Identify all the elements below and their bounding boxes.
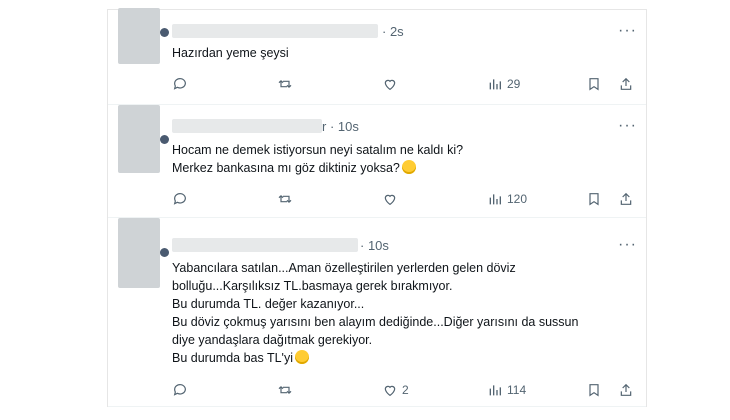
retweet-button[interactable] xyxy=(277,380,293,400)
tweet-thread-card: · 2s ··· Hazırdan yeme şeysi 29 r · 10s … xyxy=(108,8,646,407)
reply-icon xyxy=(173,78,186,90)
heart-icon xyxy=(384,385,396,397)
tweet-actions: 2 114 xyxy=(172,380,634,400)
avatar-blurred[interactable] xyxy=(118,105,160,173)
share-button[interactable] xyxy=(618,189,634,209)
more-dots-icon[interactable]: ··· xyxy=(618,236,637,254)
retweet-button[interactable] xyxy=(277,74,293,94)
bookmark-button[interactable] xyxy=(586,380,602,400)
tweet-actions: 29 xyxy=(172,74,634,94)
like-button[interactable] xyxy=(382,189,402,209)
tweet-time[interactable]: · 2s xyxy=(382,24,404,39)
like-button[interactable] xyxy=(382,74,402,94)
reply-button[interactable] xyxy=(172,74,188,94)
share-button[interactable] xyxy=(618,74,634,94)
tweet-3[interactable]: · 10s ··· Yabancılara satılan...Aman öze… xyxy=(108,218,646,407)
bookmark-icon xyxy=(589,78,599,91)
tweet-text-body: Hocam ne demek istiyorsun neyi satalım n… xyxy=(172,143,464,175)
like-count: 2 xyxy=(402,383,409,397)
reply-button[interactable] xyxy=(172,380,188,400)
tweet-time[interactable]: r · 10s xyxy=(322,119,359,134)
views-bar-icon xyxy=(489,385,501,396)
tweet-text-body: Yabancılara satılan...Aman özelleştirile… xyxy=(172,261,579,365)
retweet-icon xyxy=(278,386,292,394)
tweet-actions: 120 xyxy=(172,189,634,209)
more-dots-icon[interactable]: ··· xyxy=(618,117,637,135)
avatar-dot xyxy=(160,135,169,144)
tweet-time[interactable]: · 10s xyxy=(360,238,389,253)
view-count: 120 xyxy=(507,192,528,206)
tweet-text: Yabancılara satılan...Aman özelleştirile… xyxy=(172,259,578,367)
more-dots-icon[interactable]: ··· xyxy=(618,22,637,40)
views-bar-icon xyxy=(489,79,501,90)
heart-icon xyxy=(384,194,396,206)
retweet-icon xyxy=(278,80,292,88)
tweet-text: Hazırdan yeme şeysi xyxy=(172,46,289,60)
bookmark-button[interactable] xyxy=(586,74,602,94)
share-icon xyxy=(620,383,632,396)
share-icon xyxy=(620,77,632,90)
avatar-dot xyxy=(160,28,169,37)
rofl-emoji xyxy=(401,160,416,174)
share-icon xyxy=(620,192,632,205)
avatar-dot xyxy=(160,248,169,257)
heart-icon xyxy=(384,79,396,91)
avatar-blurred[interactable] xyxy=(118,8,160,64)
username-redacted[interactable] xyxy=(172,119,322,133)
views-button[interactable]: 114 xyxy=(487,380,526,400)
views-button[interactable]: 120 xyxy=(487,189,527,209)
tweet-1[interactable]: · 2s ··· Hazırdan yeme şeysi 29 xyxy=(108,8,646,105)
share-button[interactable] xyxy=(618,380,634,400)
tweet-2[interactable]: r · 10s ··· Hocam ne demek istiyorsun ne… xyxy=(108,105,646,218)
avatar-blurred[interactable] xyxy=(118,218,160,288)
reply-icon xyxy=(173,193,186,205)
views-bar-icon xyxy=(489,194,501,205)
retweet-icon xyxy=(278,195,292,203)
retweet-button[interactable] xyxy=(277,189,293,209)
bookmark-icon xyxy=(589,384,599,397)
reply-icon xyxy=(173,384,186,396)
views-button[interactable]: 29 xyxy=(487,74,520,94)
rofl-emoji xyxy=(294,350,309,364)
view-count: 29 xyxy=(507,77,521,91)
bookmark-icon xyxy=(589,193,599,206)
tweet-text: Hocam ne demek istiyorsun neyi satalım n… xyxy=(172,141,463,177)
like-button[interactable]: 2 xyxy=(382,380,409,400)
username-redacted[interactable] xyxy=(172,24,378,38)
reply-button[interactable] xyxy=(172,189,188,209)
view-count: 114 xyxy=(507,383,527,397)
username-redacted[interactable] xyxy=(172,238,358,252)
bookmark-button[interactable] xyxy=(586,189,602,209)
